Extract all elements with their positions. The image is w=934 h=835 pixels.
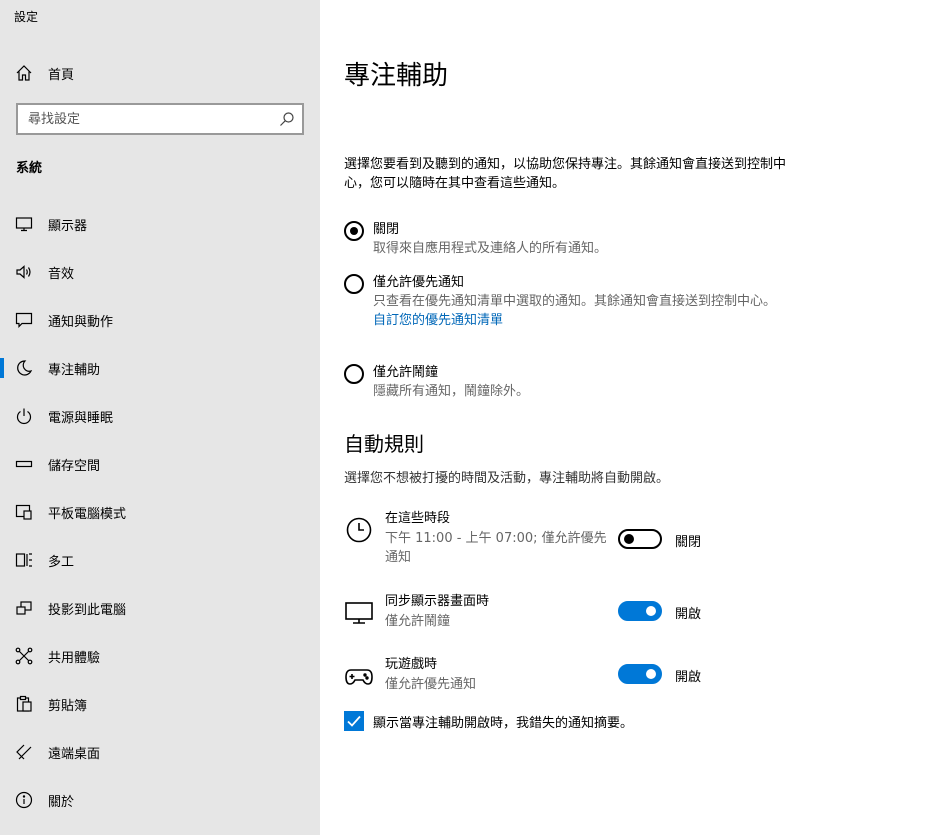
option-off[interactable]: 關閉 取得來自應用程式及連絡人的所有通知。 [344,220,783,258]
section-label: 系統 [16,161,43,176]
customize-priority-list-link[interactable]: 自訂您的優先通知清單 [373,311,783,331]
option-title: 僅允許鬧鐘 [373,365,439,380]
multitask-icon [15,551,33,569]
selection-indicator [0,358,4,378]
checkmark-icon [347,715,361,727]
sidebar-item-clipboard[interactable]: 剪貼簿 [0,684,320,724]
auto-rules-description: 選擇您不想被打擾的時間及活動，專注輔助將自動開啟。 [344,471,670,486]
option-subtitle: 只查看在優先通知清單中選取的通知。其餘通知會直接送到控制中心。 [373,294,777,309]
rule-subtitle: 下午 11:00 - 上午 07:00; 僅允許優先通知 [385,531,607,565]
sidebar-item-notifications[interactable]: 通知與動作 [0,300,320,340]
sidebar-item-label: 音效 [48,266,75,282]
home-icon [15,64,33,82]
sidebar-item-sound[interactable]: 音效 [0,252,320,292]
search-box[interactable] [16,103,304,135]
info-icon [15,791,33,809]
auto-rules-heading: 自動規則 [344,432,424,456]
summary-checkbox-row[interactable]: 顯示當專注輔助開啟時，我錯失的通知摘要。 [344,711,633,731]
shared-icon [15,647,33,665]
remote-desktop-icon [15,743,33,761]
toggle-during-these-times[interactable] [618,529,662,549]
rule-title: 玩遊戲時 [385,657,438,672]
sidebar-item-label: 通知與動作 [48,314,114,330]
radio-off[interactable] [344,221,364,241]
sidebar-item-label: 共用體驗 [48,650,101,666]
sidebar-item-focus-assist[interactable]: 專注輔助 [0,348,320,388]
sidebar-item-label: 關於 [48,794,75,810]
app-title: 設定 [14,10,39,24]
sidebar-item-label: 平板電腦模式 [48,506,127,522]
option-subtitle: 隱藏所有通知，鬧鐘除外。 [373,384,530,399]
rule-playing-game[interactable]: 玩遊戲時 僅允許優先通知 開啟 [344,655,724,715]
monitor-icon [15,215,33,233]
monitor-icon [344,598,374,628]
page-description: 選擇您要看到及聽到的通知，以協助您保持專注。其餘通知會直接送到控制中心，您可以隨… [344,157,787,191]
option-title: 關閉 [373,222,400,237]
sidebar-item-display[interactable]: 顯示器 [0,204,320,244]
sidebar-item-tablet-mode[interactable]: 平板電腦模式 [0,492,320,532]
sidebar-item-label: 儲存空間 [48,458,101,474]
sidebar-item-about[interactable]: 關於 [0,780,320,820]
nav-home-label: 首頁 [48,67,75,83]
sidebar-item-storage[interactable]: 儲存空間 [0,444,320,484]
project-icon [15,599,33,617]
rule-subtitle: 僅允許鬧鐘 [385,614,451,629]
rule-title: 同步顯示器畫面時 [385,594,490,609]
rule-subtitle: 僅允許優先通知 [385,677,477,692]
rule-duplicating-display[interactable]: 同步顯示器畫面時 僅允許鬧鐘 開啟 [344,592,724,652]
toggle-duplicating-display[interactable] [618,601,662,621]
sidebar-item-label: 顯示器 [48,218,88,234]
sidebar-item-shared-experiences[interactable]: 共用體驗 [0,636,320,676]
main-panel: 專注輔助 選擇您要看到及聽到的通知，以協助您保持專注。其餘通知會直接送到控制中心… [320,0,934,835]
summary-checkbox[interactable] [344,711,364,731]
toggle-state-label: 開啟 [675,607,702,622]
toggle-playing-game[interactable] [618,664,662,684]
page-title: 專注輔助 [344,61,449,91]
sidebar-item-power[interactable]: 電源與睡眠 [0,396,320,436]
moon-icon [15,359,33,377]
rule-during-these-times[interactable]: 在這些時段 下午 11:00 - 上午 07:00; 僅允許優先通知 關閉 [344,509,724,569]
speaker-icon [15,263,33,281]
sidebar: 設定 首頁 系統 顯示器 音效 通知與動作 專注輔助 [0,0,320,835]
search-input[interactable] [18,105,268,133]
sidebar-item-label: 遠端桌面 [48,746,101,762]
nav-home[interactable]: 首頁 [0,53,320,93]
sidebar-item-remote-desktop[interactable]: 遠端桌面 [0,732,320,772]
radio-priority-only[interactable] [344,274,364,294]
sidebar-item-label: 剪貼簿 [48,698,88,714]
storage-icon [15,455,33,473]
notification-icon [15,311,33,329]
sidebar-item-multitasking[interactable]: 多工 [0,540,320,580]
summary-checkbox-label: 顯示當專注輔助開啟時，我錯失的通知摘要。 [373,715,634,731]
radio-alarms-only[interactable] [344,364,364,384]
option-subtitle: 取得來自應用程式及連絡人的所有通知。 [373,241,608,256]
toggle-state-label: 關閉 [675,535,702,550]
sidebar-item-project[interactable]: 投影到此電腦 [0,588,320,628]
clipboard-icon [15,695,33,713]
option-title: 僅允許優先通知 [373,275,465,290]
option-alarms-only[interactable]: 僅允許鬧鐘 隱藏所有通知，鬧鐘除外。 [344,363,783,401]
sidebar-item-label: 電源與睡眠 [48,410,114,426]
power-icon [15,407,33,425]
tablet-icon [15,503,33,521]
sidebar-item-label: 投影到此電腦 [48,602,127,618]
search-icon[interactable] [279,111,295,127]
rule-title: 在這些時段 [385,511,451,526]
sidebar-item-label: 多工 [48,554,75,570]
option-priority-only[interactable]: 僅允許優先通知 只查看在優先通知清單中選取的通知。其餘通知會直接送到控制中心。 … [344,273,783,331]
sidebar-item-label: 專注輔助 [48,362,101,378]
clock-icon [344,515,374,545]
gamepad-icon [344,661,374,691]
toggle-state-label: 開啟 [675,670,702,685]
